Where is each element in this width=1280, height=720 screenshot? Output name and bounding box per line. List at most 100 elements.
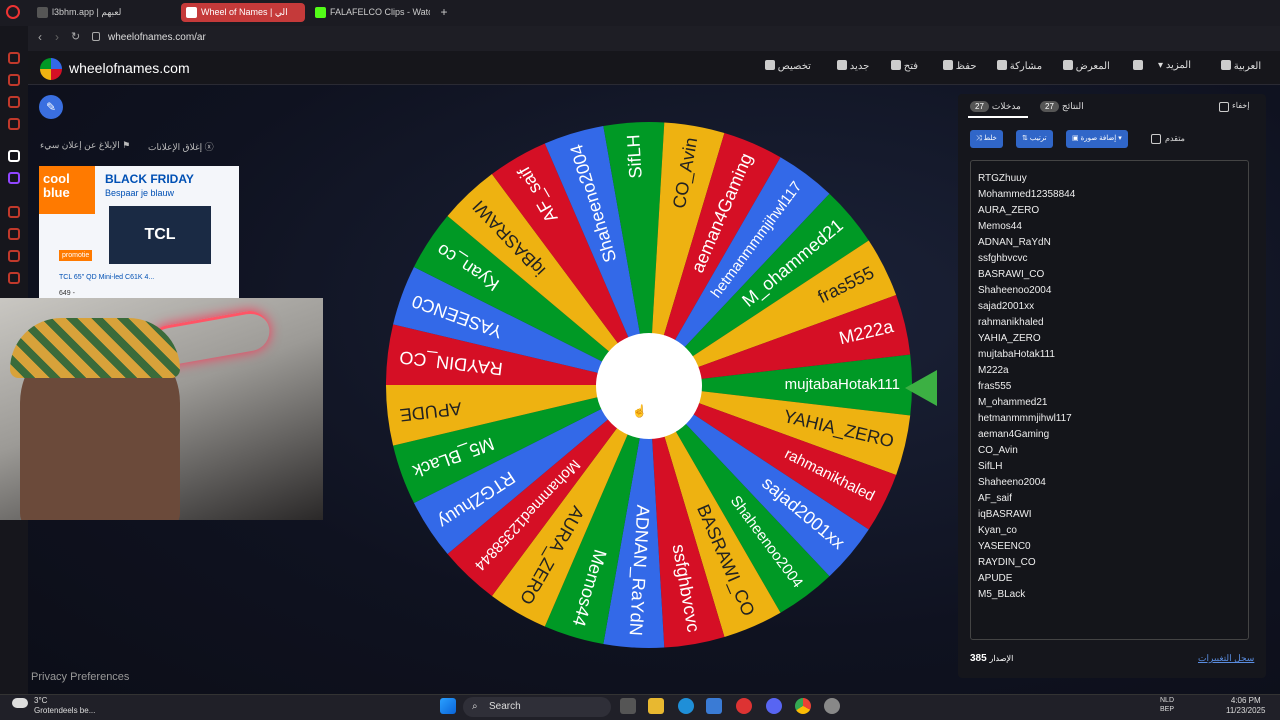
discord-icon[interactable] xyxy=(766,698,782,714)
webcam-overlay xyxy=(0,298,323,520)
advertisement[interactable]: cool blue BLACK FRIDAY Bespaar je blauw T… xyxy=(39,166,239,298)
wheel-logo-icon[interactable] xyxy=(40,58,62,80)
sidebar-app-icon[interactable] xyxy=(8,74,20,86)
more-button[interactable]: ▾ المزيد xyxy=(1158,60,1191,71)
chevron-down-icon: ▾ xyxy=(1118,135,1122,142)
search-icon: ⌕ xyxy=(472,701,478,712)
entry-line[interactable]: Mohammed12358844 xyxy=(978,187,1241,203)
tab-l3bhm[interactable]: l3bhm.app | لعبهم xyxy=(32,3,172,22)
new-tab-button[interactable]: + xyxy=(437,3,451,22)
sort-button[interactable]: ⇅ ترتيب xyxy=(1016,130,1053,148)
app-icon[interactable] xyxy=(824,698,840,714)
privacy-preferences-link[interactable]: Privacy Preferences xyxy=(31,671,129,683)
entry-line[interactable]: aeman4Gaming xyxy=(978,427,1241,443)
twitch-icon[interactable] xyxy=(8,172,20,184)
url-field[interactable]: wheelofnames.com/ar xyxy=(108,32,206,43)
taskbar-clock[interactable]: 4:06 PM 11/23/2025 xyxy=(1226,696,1265,716)
gallery-button[interactable]: المعرض xyxy=(1058,60,1110,72)
lock-icon xyxy=(92,32,100,41)
hide-checkbox[interactable] xyxy=(1219,102,1229,112)
open-button[interactable]: فتح xyxy=(886,60,918,72)
entry-line[interactable]: hetmanmmmjihwl117 xyxy=(978,411,1241,427)
kick-icon xyxy=(315,7,326,18)
wheel-slice-label: mujtabaHotak111 xyxy=(785,376,900,393)
sidebar-app-icon[interactable] xyxy=(8,250,20,262)
sidebar-app-icon[interactable] xyxy=(8,96,20,108)
entry-line[interactable]: AF_saif xyxy=(978,491,1241,507)
version-info: 385 الإصدار xyxy=(970,653,1014,664)
edge-icon[interactable] xyxy=(678,698,694,714)
site-brand[interactable]: wheelofnames.com xyxy=(69,60,190,76)
entry-line[interactable]: sajad2001xx xyxy=(978,299,1241,315)
ad-price: 649 - xyxy=(59,290,75,297)
tab-results[interactable]: 27 النتائج xyxy=(1040,101,1084,112)
forward-icon[interactable]: › xyxy=(55,30,59,44)
opera-taskbar-icon[interactable] xyxy=(736,698,752,714)
windows-start-icon[interactable] xyxy=(440,698,456,714)
entry-line[interactable]: RAYDIN_CO xyxy=(978,555,1241,571)
file-explorer-icon[interactable] xyxy=(648,698,664,714)
advanced-checkbox[interactable] xyxy=(1151,134,1161,144)
globe-icon xyxy=(1221,60,1231,70)
language-indicator[interactable]: NLD BEP xyxy=(1160,696,1174,714)
edit-pencil-button[interactable]: ✎ xyxy=(39,95,63,119)
sidebar-app-icon[interactable] xyxy=(8,52,20,64)
entry-line[interactable]: Shaheenoo2004 xyxy=(978,283,1241,299)
tab-favicon-icon xyxy=(37,7,48,18)
entry-line[interactable]: RTGZhuuy xyxy=(978,171,1241,187)
entry-line[interactable]: APUDE xyxy=(978,571,1241,587)
add-image-button[interactable]: ▣ إضافة صورة ▾ xyxy=(1066,130,1128,148)
entry-line[interactable]: M_ohammed21 xyxy=(978,395,1241,411)
language-button[interactable]: العربية xyxy=(1216,60,1261,72)
close-ads-link[interactable]: إغلاق الإعلانات ⓧ xyxy=(148,140,214,153)
entries-textarea[interactable]: RTGZhuuy Mohammed12358844 AURA_ZERO Memos44… xyxy=(970,160,1249,640)
back-icon[interactable]: ‹ xyxy=(38,30,42,44)
entry-line[interactable]: mujtabaHotak111 xyxy=(978,347,1241,363)
store-icon[interactable] xyxy=(706,698,722,714)
entry-line[interactable]: rahmanikhaled xyxy=(978,315,1241,331)
entry-line[interactable]: AURA_ZERO xyxy=(978,203,1241,219)
taskbar-search[interactable]: ⌕ Search xyxy=(463,697,611,717)
sidebar-app-icon[interactable] xyxy=(8,118,20,130)
share-button[interactable]: مشاركة xyxy=(992,60,1042,72)
sidebar-app-icon[interactable] xyxy=(8,206,20,218)
report-ad-link[interactable]: الإبلاغ عن إعلان سيء ⚑ xyxy=(40,140,130,151)
chrome-icon[interactable] xyxy=(795,698,811,714)
weather-widget[interactable]: 3°C Grotendeels be... xyxy=(12,696,95,716)
fullscreen-button[interactable] xyxy=(1128,60,1143,72)
new-button[interactable]: جديد xyxy=(832,60,869,72)
save-button[interactable]: حفظ xyxy=(938,60,977,72)
entry-line[interactable]: YASEENC0 xyxy=(978,539,1241,555)
search-icon xyxy=(1063,60,1073,70)
entry-line[interactable]: iqBASRAWI xyxy=(978,507,1241,523)
wheel-pointer xyxy=(905,370,937,406)
customize-button[interactable]: تخصيص xyxy=(760,60,811,72)
tab-entries[interactable]: 27 مدخلات xyxy=(970,101,1021,112)
settings-icon[interactable] xyxy=(8,272,20,284)
changelog-link[interactable]: سجل التغييرات xyxy=(1198,653,1254,664)
tab-falafelco[interactable]: FALAFELCO Clips - Watc xyxy=(310,3,430,22)
entry-line[interactable]: Memos44 xyxy=(978,219,1241,235)
entry-line[interactable]: Kyan_co xyxy=(978,523,1241,539)
entry-line[interactable]: M222a xyxy=(978,363,1241,379)
reload-icon[interactable]: ↻ xyxy=(71,30,80,43)
ad-tv-image: TCL xyxy=(109,206,211,264)
entry-line[interactable]: fras555 xyxy=(978,379,1241,395)
opera-icon[interactable] xyxy=(6,5,20,19)
sidebar-app-icon[interactable] xyxy=(8,228,20,240)
entry-line[interactable]: SifLH xyxy=(978,459,1241,475)
entry-line[interactable]: YAHIA_ZERO xyxy=(978,331,1241,347)
wheel-center-hub[interactable] xyxy=(596,333,702,439)
close-icon: ⓧ xyxy=(204,142,214,152)
entry-line[interactable]: CO_Avin xyxy=(978,443,1241,459)
new-file-icon xyxy=(837,60,847,70)
tab-wheel-of-names[interactable]: Wheel of Names | الي xyxy=(181,3,305,22)
entry-line[interactable]: ssfghbvcvc xyxy=(978,251,1241,267)
entry-line[interactable]: BASRAWI_CO xyxy=(978,267,1241,283)
entry-line[interactable]: M5_BLack xyxy=(978,587,1241,603)
sidebar-app-icon[interactable] xyxy=(8,150,20,162)
entry-line[interactable]: Shaheeno2004 xyxy=(978,475,1241,491)
task-view-icon[interactable] xyxy=(620,698,636,714)
shuffle-button[interactable]: ⤨ خلط xyxy=(970,130,1003,148)
entry-line[interactable]: ADNAN_RaYdN xyxy=(978,235,1241,251)
